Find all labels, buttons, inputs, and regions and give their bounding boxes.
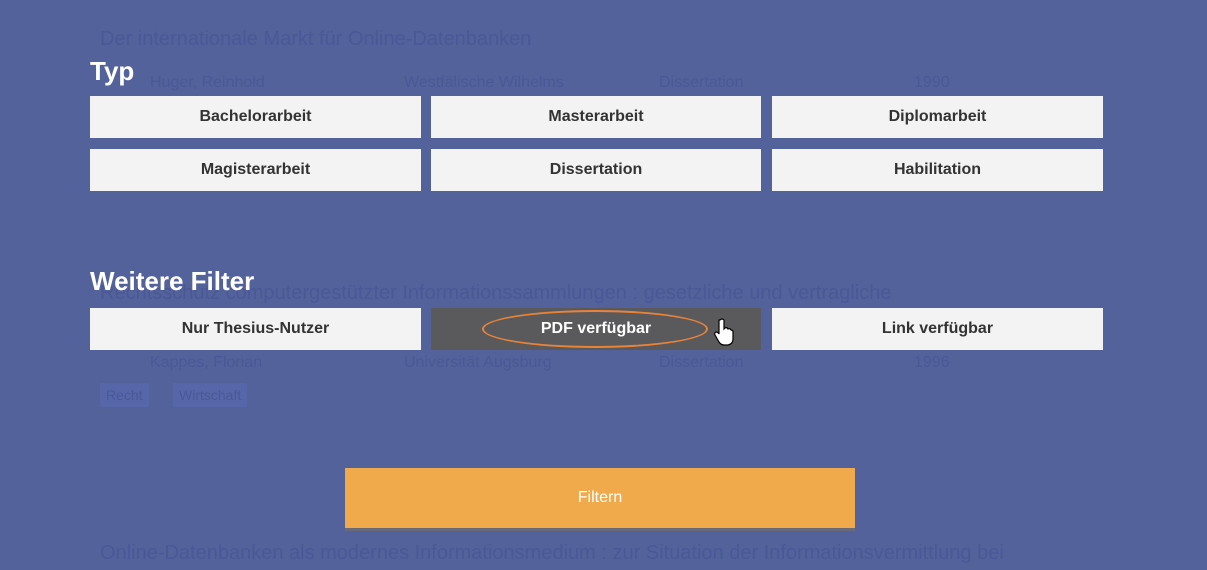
filter-nur-thesius-nutzer[interactable]: Nur Thesius-Nutzer: [90, 308, 421, 350]
typ-masterarbeit[interactable]: Masterarbeit: [431, 96, 761, 138]
result-title[interactable]: Online-Datenbanken als modernes Informat…: [100, 542, 1004, 565]
typ-diplomarbeit[interactable]: Diplomarbeit: [772, 96, 1103, 138]
filter-pdf-verfuegbar[interactable]: PDF verfügbar: [431, 308, 761, 350]
typ-habilitation[interactable]: Habilitation: [772, 149, 1103, 191]
filter-link-verfuegbar[interactable]: Link verfügbar: [772, 308, 1103, 350]
result-author: Kappes, Florian: [150, 354, 263, 371]
result-title[interactable]: Der internationale Markt für Online-Date…: [100, 28, 531, 51]
result-year: 1996: [914, 354, 950, 371]
typ-bachelorarbeit[interactable]: Bachelorarbeit: [90, 96, 421, 138]
result-institution: Universität Augsburg: [404, 354, 552, 371]
filter-button[interactable]: Filtern: [345, 468, 855, 528]
typ-heading: Typ: [90, 56, 135, 86]
result-type: Dissertation: [659, 354, 744, 371]
result-year: 1990: [914, 74, 950, 91]
result-author: Huger, Reinhold: [150, 74, 265, 91]
result-institution: Westfälische Wilhelms: [404, 74, 564, 91]
result-tag[interactable]: Wirtschaft: [173, 383, 248, 407]
weitere-filter-heading: Weitere Filter: [90, 266, 255, 296]
result-type: Dissertation: [659, 74, 744, 91]
typ-magisterarbeit[interactable]: Magisterarbeit: [90, 149, 421, 191]
typ-dissertation[interactable]: Dissertation: [431, 149, 761, 191]
result-tag[interactable]: Recht: [100, 383, 149, 407]
hand-cursor-icon: [714, 318, 734, 346]
